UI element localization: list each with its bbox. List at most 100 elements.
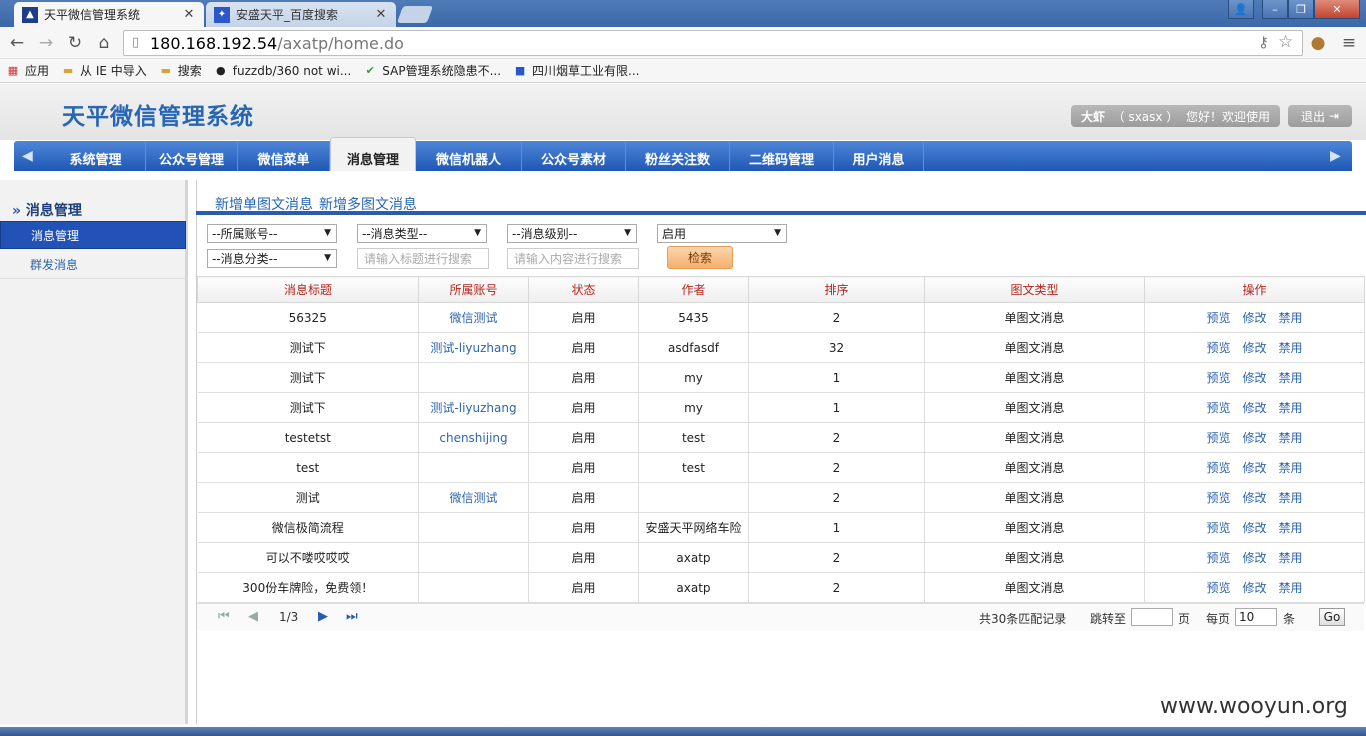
browser-tab-active[interactable]: ▲ 天平微信管理系统 ✕ [14,2,204,27]
close-window-icon[interactable]: ✕ [1314,0,1360,19]
table-row: 测试 微信测试 启用 2 单图文消息 预览 修改 禁用 [197,482,1365,513]
category-select[interactable]: --消息分类-- ▼ [207,249,337,268]
preview-link[interactable]: 预览 [1206,401,1230,415]
nav-right-arrow-icon[interactable]: ▶ [1330,148,1341,164]
maximize-icon[interactable]: ❐ [1288,0,1314,19]
star-icon[interactable]: ☆ [1278,32,1293,52]
bookmark-label: SAP管理系统隐患不... [382,64,502,78]
go-button[interactable]: Go [1319,608,1345,626]
address-bar[interactable]: ▯ 180.168.192.54/axatp/home.do ⚷ ☆ [123,30,1303,56]
bookmark-search[interactable]: ▬ 搜索 [159,62,202,79]
account-select[interactable]: --所属账号-- ▼ [207,224,337,243]
msg-type-select[interactable]: --消息类型-- ▼ [357,224,487,243]
close-tab-icon[interactable]: ✕ [374,7,388,22]
nav-left-arrow-icon[interactable]: ◀ [22,148,33,164]
cell-account[interactable]: 微信测试 [418,302,529,333]
column-header[interactable]: 状态 [528,276,639,303]
minimize-icon[interactable]: – [1262,0,1288,19]
search-button[interactable]: 检索 [667,246,733,269]
bookmark-ie-import[interactable]: ▬ 从 IE 中导入 [61,62,147,79]
cell-account[interactable]: 测试-liyuzhang [418,332,529,363]
edit-link[interactable]: 修改 [1242,431,1266,445]
sidebar-item-broadcast[interactable]: 群发消息 [0,251,186,279]
preview-link[interactable]: 预览 [1206,461,1230,475]
nav-wechat-menu[interactable]: 微信菜单 [238,141,330,171]
cell-account[interactable]: chenshijing [418,422,529,453]
edit-link[interactable]: 修改 [1242,311,1266,325]
jump-page-input[interactable] [1131,608,1173,626]
cell-account[interactable]: 微信测试 [418,482,529,513]
nav-robot[interactable]: 微信机器人 [416,141,522,171]
prev-page-icon[interactable]: ◀ [248,609,258,624]
nav-messages[interactable]: 消息管理 [330,137,416,171]
bookmark-sap[interactable]: ✔ SAP管理系统隐患不... [363,62,501,79]
last-page-icon[interactable]: ⏭ [346,609,358,624]
edit-link[interactable]: 修改 [1242,401,1266,415]
disable-link[interactable]: 禁用 [1279,401,1303,415]
status-select[interactable]: 启用 ▼ [657,224,787,243]
key-icon[interactable]: ⚷ [1258,33,1269,51]
forward-icon[interactable]: → [35,32,57,54]
next-page-icon[interactable]: ▶ [318,609,328,624]
cookie-icon[interactable]: ● [1307,32,1329,54]
preview-link[interactable]: 预览 [1206,431,1230,445]
nav-system[interactable]: 系统管理 [46,141,146,171]
preview-link[interactable]: 预览 [1206,371,1230,385]
title-search-input[interactable]: 请输入标题进行搜索 [357,248,489,269]
disable-link[interactable]: 禁用 [1279,311,1303,325]
edit-link[interactable]: 修改 [1242,491,1266,505]
nav-fans[interactable]: 粉丝关注数 [626,141,730,171]
edit-link[interactable]: 修改 [1242,581,1266,595]
preview-link[interactable]: 预览 [1206,311,1230,325]
column-header[interactable]: 作者 [638,276,749,303]
edit-link[interactable]: 修改 [1242,461,1266,475]
bookmark-sichuan[interactable]: ■ 四川烟草工业有限... [513,62,640,79]
edit-link[interactable]: 修改 [1242,371,1266,385]
disable-link[interactable]: 禁用 [1279,461,1303,475]
back-icon[interactable]: ← [6,32,28,54]
disable-link[interactable]: 禁用 [1279,581,1303,595]
menu-icon[interactable]: ≡ [1338,32,1360,54]
home-icon[interactable]: ⌂ [93,32,115,54]
bookmark-apps[interactable]: ▦ 应用 [6,62,49,79]
preview-link[interactable]: 预览 [1206,341,1230,355]
new-tab-button[interactable] [396,6,434,23]
nav-user-messages[interactable]: 用户消息 [834,141,924,171]
edit-link[interactable]: 修改 [1242,341,1266,355]
preview-link[interactable]: 预览 [1206,551,1230,565]
bookmark-fuzzdb[interactable]: ● fuzzdb/360 not wi... [214,64,351,78]
disable-link[interactable]: 禁用 [1279,371,1303,385]
logout-button[interactable]: 退出 ⇥ [1288,105,1352,127]
nav-materials[interactable]: 公众号素材 [522,141,626,171]
dropdown-arrow-icon: ▼ [624,228,631,238]
per-page-input[interactable]: 10 [1235,608,1277,626]
sidebar-item-messages[interactable]: 消息管理 [0,221,186,249]
column-header[interactable]: 消息标题 [197,276,419,303]
disable-link[interactable]: 禁用 [1279,491,1303,505]
disable-link[interactable]: 禁用 [1279,551,1303,565]
user-greeting: 大虾 （ sxasx ） 您好！欢迎使用 [1071,105,1280,127]
nav-accounts[interactable]: 公众号管理 [146,141,238,171]
disable-link[interactable]: 禁用 [1279,431,1303,445]
column-header[interactable]: 图文类型 [924,276,1145,303]
disable-link[interactable]: 禁用 [1279,521,1303,535]
preview-link[interactable]: 预览 [1206,521,1230,535]
preview-link[interactable]: 预览 [1206,581,1230,595]
disable-link[interactable]: 禁用 [1279,341,1303,355]
column-header[interactable]: 所属账号 [418,276,529,303]
cell-account [418,362,529,393]
cell-account[interactable]: 测试-liyuzhang [418,392,529,423]
column-header: 操作 [1144,276,1365,303]
close-tab-icon[interactable]: ✕ [182,7,196,22]
msg-level-select[interactable]: --消息级别-- ▼ [507,224,637,243]
user-icon[interactable]: 👤 [1228,0,1254,19]
reload-icon[interactable]: ↻ [64,32,86,54]
content-search-input[interactable]: 请输入内容进行搜索 [507,248,639,269]
column-header[interactable]: 排序 [748,276,925,303]
edit-link[interactable]: 修改 [1242,521,1266,535]
edit-link[interactable]: 修改 [1242,551,1266,565]
first-page-icon[interactable]: ⏮ [218,609,230,624]
browser-tab-inactive[interactable]: ✦ 安盛天平_百度搜索 ✕ [206,2,396,27]
nav-qrcode[interactable]: 二维码管理 [730,141,834,171]
preview-link[interactable]: 预览 [1206,491,1230,505]
